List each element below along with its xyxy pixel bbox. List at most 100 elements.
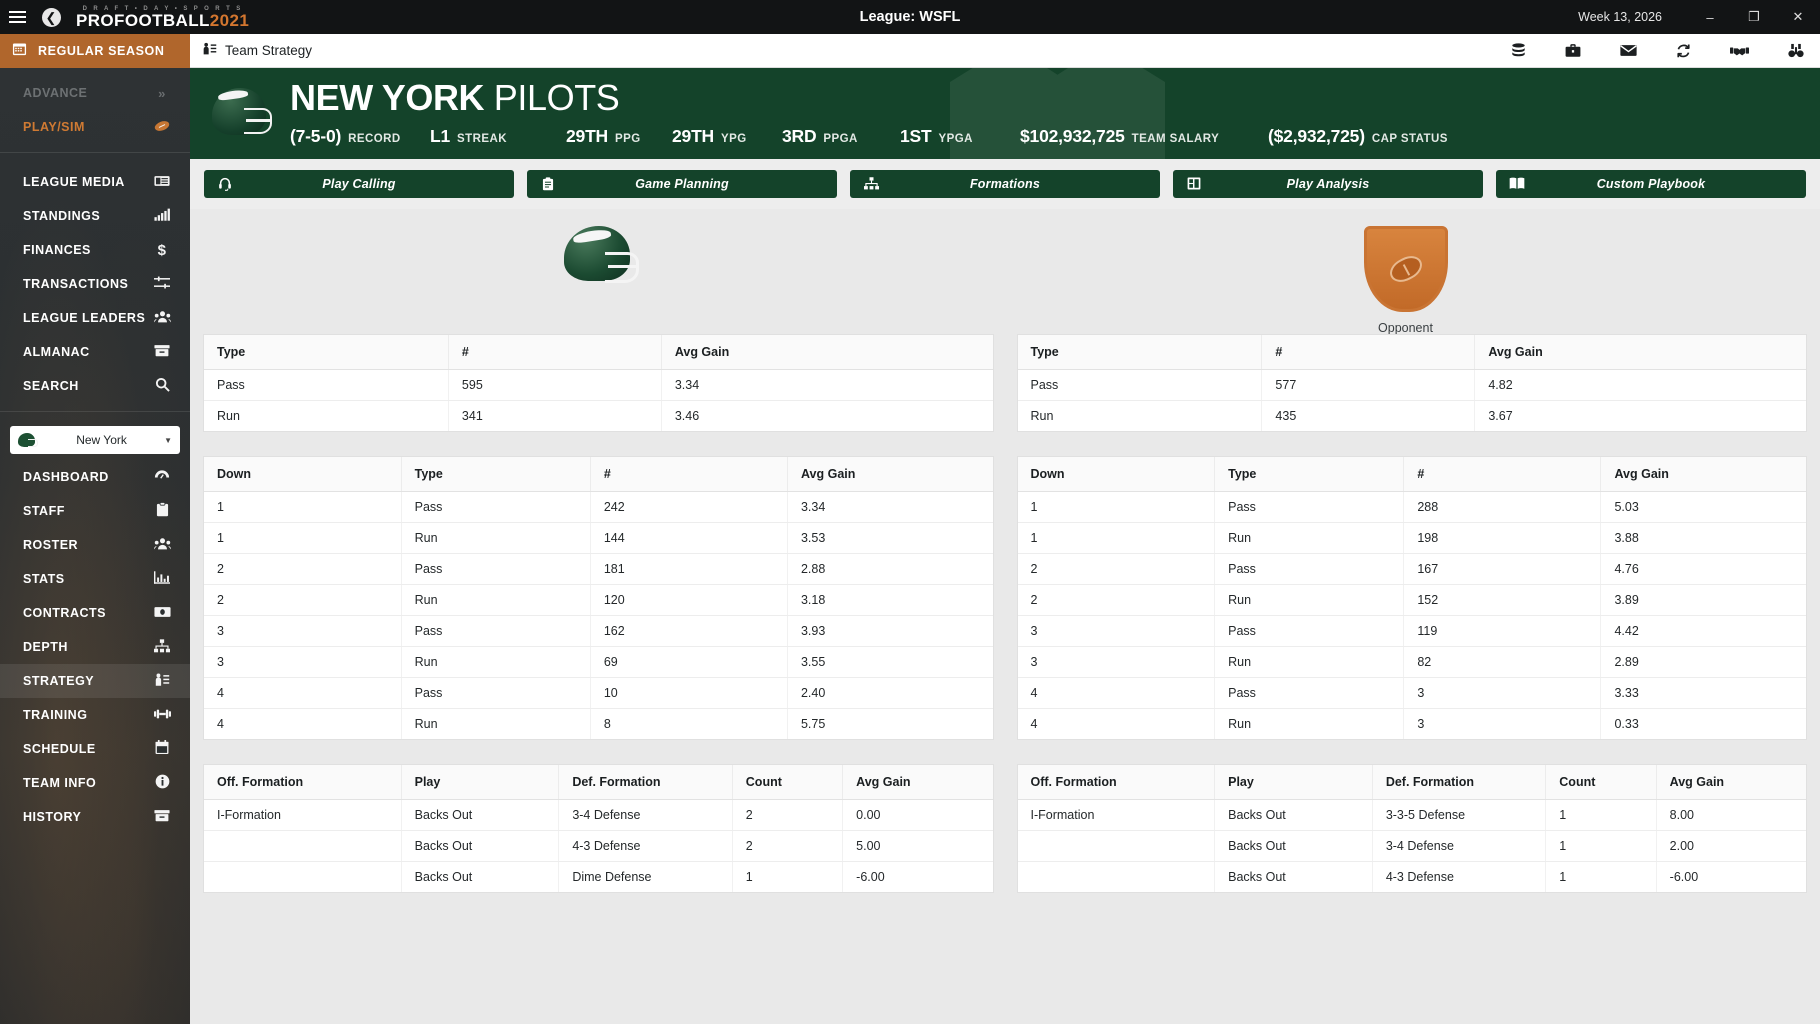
column-header[interactable]: Play [401,764,560,800]
sidebar-item-contracts[interactable]: CONTRACTS [0,596,190,630]
sidebar-item-staff[interactable]: STAFF [0,494,190,528]
tab-custom-playbook[interactable]: Custom Playbook [1496,169,1806,198]
table-row[interactable]: 3 Run 82 2.89 [1017,646,1806,678]
database-icon[interactable] [1511,42,1526,59]
refresh-icon[interactable] [1676,43,1691,59]
sidebar-item-play-sim[interactable]: PLAY/SIM [0,110,190,144]
table-row[interactable]: 4 Run 8 5.75 [204,708,993,739]
column-header[interactable]: Type [401,456,591,492]
sidebar-item-transactions[interactable]: TRANSACTIONS [0,267,190,301]
column-header[interactable]: Off. Formation [1017,764,1216,800]
briefcase-icon[interactable] [1565,43,1581,58]
column-header[interactable]: Count [1545,764,1657,800]
app-logo: D R A F T • D A Y • S P O R T S PROFOOTB… [76,6,249,29]
table-row[interactable]: 1 Pass 242 3.34 [204,491,993,523]
column-header[interactable]: Def. Formation [558,764,733,800]
sidebar-item-team-info[interactable]: TEAM INFO [0,766,190,800]
close-button[interactable]: ✕ [1776,0,1820,34]
sidebar-item-training[interactable]: TRAINING [0,698,190,732]
table-row[interactable]: Pass 595 3.34 [204,369,993,401]
column-header[interactable]: # [590,456,788,492]
tab-label: Play Calling [322,176,396,191]
table-row[interactable]: Run 435 3.67 [1017,400,1807,431]
table-row[interactable]: 1 Run 198 3.88 [1017,522,1806,554]
stat-streak: L1 STREAK [430,126,566,147]
table-row[interactable]: 4 Pass 10 2.40 [204,677,993,709]
table-row[interactable]: 2 Pass 167 4.76 [1017,553,1806,585]
column-header[interactable]: Avg Gain [842,764,993,800]
table-row[interactable]: Backs Out Dime Defense 1 -6.00 [204,861,993,892]
binoculars-icon[interactable] [1788,43,1804,59]
sidebar-item-dashboard[interactable]: DASHBOARD [0,460,190,494]
sidebar-item-roster[interactable]: ROSTER [0,528,190,562]
column-header[interactable]: Play [1214,764,1373,800]
column-header[interactable]: Def. Formation [1372,764,1547,800]
sidebar-item-strategy[interactable]: STRATEGY [0,664,190,698]
table-row[interactable]: I-Formation Backs Out 3-4 Defense 2 0.00 [204,799,993,831]
column-header[interactable]: Count [732,764,844,800]
table-row[interactable]: Backs Out 4-3 Defense 2 5.00 [204,830,993,862]
cell: -6.00 [856,869,885,884]
table-row[interactable]: 3 Pass 119 4.42 [1017,615,1806,647]
menu-button[interactable] [0,0,34,34]
cell: 2.00 [1656,830,1806,862]
sidebar-item-schedule[interactable]: SCHEDULE [0,732,190,766]
handshake-icon[interactable] [1730,44,1749,57]
tab-game-planning[interactable]: Game Planning [527,169,837,198]
column-header[interactable]: # [448,334,662,370]
tab-formations[interactable]: Formations [850,169,1160,198]
tab-play-analysis[interactable]: Play Analysis [1173,169,1483,198]
sidebar-item-league-leaders[interactable]: LEAGUE LEADERS [0,301,190,335]
sidebar-item-stats[interactable]: STATS [0,562,190,596]
table-row[interactable]: 2 Run 120 3.18 [204,584,993,616]
column-header[interactable]: Type [1017,334,1263,370]
table-row[interactable]: 1 Run 144 3.53 [204,522,993,554]
table-row[interactable]: 4 Pass 3 3.33 [1017,677,1806,709]
sidebar-item-league-media[interactable]: LEAGUE MEDIA [0,165,190,199]
sidebar-item-almanac[interactable]: ALMANAC [0,335,190,369]
table-row[interactable]: Backs Out 4-3 Defense 1 -6.00 [1017,861,1807,892]
restore-button[interactable]: ❐ [1732,0,1776,34]
sidebar-item-standings[interactable]: STANDINGS [0,199,190,233]
column-header[interactable]: Avg Gain [1474,334,1806,370]
tab-play-calling[interactable]: Play Calling [204,169,514,198]
minimize-button[interactable]: – [1688,0,1732,34]
column-header[interactable]: Avg Gain [661,334,993,370]
column-header[interactable]: # [1261,334,1476,370]
table-row[interactable]: 1 Pass 288 5.03 [1017,491,1806,523]
table-row[interactable]: 4 Run 3 0.33 [1017,708,1807,739]
envelope-icon[interactable] [1620,44,1637,57]
team-selector[interactable]: New York ▼ [10,426,180,454]
back-button[interactable]: ❮ [34,0,68,34]
table-row[interactable]: 3 Pass 162 3.93 [204,615,993,647]
table-row[interactable]: Pass 577 4.82 [1017,369,1806,401]
sidebar-item-history[interactable]: HISTORY [0,800,190,834]
table-row[interactable]: 2 Run 152 3.89 [1017,584,1806,616]
column-header[interactable]: Avg Gain [1656,764,1806,800]
column-header[interactable]: # [1403,456,1602,492]
table-row[interactable]: I-Formation Backs Out 3-3-5 Defense 1 8.00 [1017,799,1806,831]
column-header[interactable]: Type [204,334,449,370]
column-header[interactable]: Type [1214,456,1405,492]
cell: 3 [204,646,402,678]
cell: 3 [1403,708,1602,739]
column-header[interactable]: Off. Formation [204,764,402,800]
column-header[interactable]: Down [204,456,402,492]
sidebar-item-advance[interactable]: ADVANCE » [0,76,190,110]
sidebar-item-finances[interactable]: FINANCES $ [0,233,190,267]
table-row[interactable]: 3 Run 69 3.55 [204,646,993,678]
column-header[interactable]: Down [1017,456,1216,492]
opponent-type-table-wrap: Type # Avg Gain Pass 577 4.82 Run 435 3.… [1017,334,1807,431]
sidebar-item-search[interactable]: SEARCH [0,369,190,403]
table-row[interactable]: Run 341 3.46 [204,400,993,431]
sidebar-item-depth[interactable]: DEPTH [0,630,190,664]
cell: 3-3-5 Defense [1372,799,1547,831]
opponent-down-table-wrap: Down Type # Avg Gain 1 Pass 288 5.03 1 Run 19… [1017,456,1807,739]
gauge-icon [152,469,172,486]
column-header[interactable]: Avg Gain [1600,456,1806,492]
table-row[interactable]: 2 Pass 181 2.88 [204,553,993,585]
table-row[interactable]: Backs Out 3-4 Defense 1 2.00 [1017,830,1806,862]
column-header[interactable]: Avg Gain [787,456,993,492]
hierarchy-icon [862,177,880,190]
cell: 577 [1261,369,1476,401]
